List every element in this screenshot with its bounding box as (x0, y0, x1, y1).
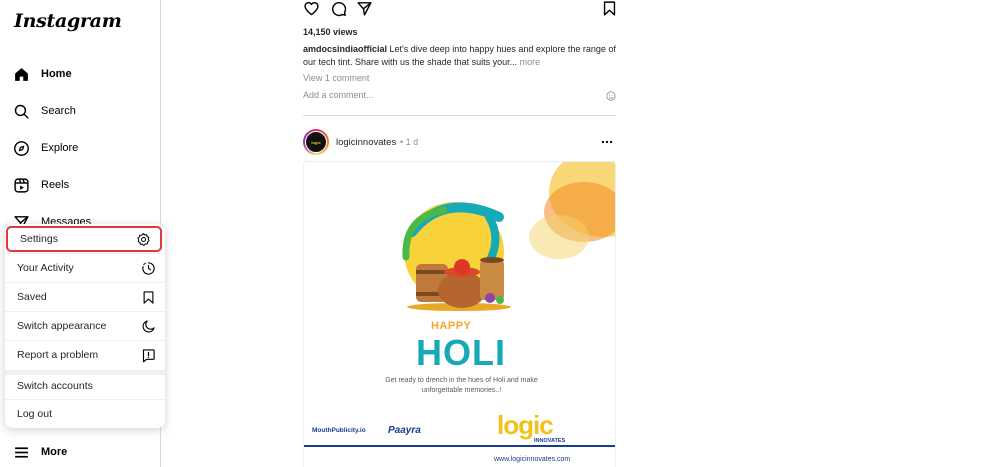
sidebar-item-label: Reels (41, 179, 70, 191)
menu-item-label: Settings (20, 233, 58, 245)
image-tagline: Get ready to drench in the hues of Holi … (385, 377, 538, 394)
sidebar-item-explore[interactable]: Explore (13, 136, 78, 160)
reels-icon (14, 177, 29, 193)
menu-divider (5, 253, 165, 254)
post-timestamp: • 1 d (400, 137, 419, 147)
sidebar-item-more[interactable]: More (13, 440, 67, 464)
menu-item-label: Report a problem (17, 349, 99, 361)
menu-item-label: Your Activity (17, 262, 74, 274)
post-caption: amdocsindiaofficial Let's dive deep into… (303, 43, 616, 68)
post-actions (303, 0, 616, 18)
share-icon[interactable] (356, 0, 373, 17)
more-menu: Settings Your Activity Saved Switch appe… (5, 224, 165, 428)
heart-icon[interactable] (303, 0, 320, 17)
hamburger-icon (15, 446, 28, 458)
report-icon (142, 348, 155, 362)
post-image[interactable]: HAPPY HOLI Get ready to drench in the hu… (303, 161, 616, 467)
image-happy-text: HAPPY (431, 320, 472, 332)
menu-item-saved[interactable]: Saved (5, 284, 165, 310)
avatar[interactable]: logic (303, 129, 329, 155)
sidebar-item-reels[interactable]: Reels (13, 173, 69, 197)
sidebar-item-label: Search (41, 105, 76, 117)
menu-item-settings[interactable]: Settings (6, 226, 162, 252)
view-count: 14,150 views (303, 27, 358, 37)
instagram-logo[interactable]: Instagram (14, 10, 122, 32)
compass-icon (14, 140, 29, 156)
caption-more-link[interactable]: more (520, 57, 541, 67)
menu-item-switch-appearance[interactable]: Switch appearance (5, 313, 165, 339)
sidebar-item-label: Explore (41, 142, 79, 154)
comment-icon[interactable] (330, 0, 347, 17)
menu-divider (5, 282, 165, 283)
menu-divider (5, 399, 165, 400)
emoji-icon[interactable] (606, 91, 616, 101)
search-icon (14, 104, 29, 119)
menu-item-switch-accounts[interactable]: Switch accounts (5, 373, 165, 399)
menu-item-label: Switch appearance (17, 320, 107, 332)
post-header: logic logicinnovates • 1 d (303, 129, 616, 155)
sidebar-item-label: Home (41, 68, 72, 80)
image-brand-paayra: Paayra (388, 425, 421, 436)
menu-item-label: Log out (17, 408, 53, 420)
avatar-logo-text: logic (305, 131, 327, 153)
sidebar-item-label: More (41, 446, 68, 458)
image-divider-line (304, 445, 615, 447)
moon-icon (142, 319, 155, 332)
menu-item-label: Switch accounts (17, 380, 93, 392)
bookmark-icon (143, 290, 154, 304)
gear-icon (137, 232, 150, 246)
add-comment-input[interactable]: Add a comment... (303, 90, 374, 100)
post-divider (303, 115, 616, 116)
view-comments-link[interactable]: View 1 comment (303, 73, 369, 83)
sidebar-item-search[interactable]: Search (13, 99, 76, 123)
activity-icon (142, 261, 155, 275)
menu-item-report-problem[interactable]: Report a problem (5, 342, 165, 368)
image-brand-innovates: INNOVATES (534, 438, 566, 444)
menu-item-your-activity[interactable]: Your Activity (5, 255, 165, 281)
image-holi-text: HOLI (416, 332, 506, 373)
menu-divider (5, 311, 165, 312)
menu-item-label: Saved (17, 291, 47, 303)
menu-divider (5, 340, 165, 341)
post-username[interactable]: logicinnovates (336, 137, 396, 148)
more-options-icon[interactable] (600, 135, 614, 149)
home-icon (15, 67, 28, 81)
holi-illustration (402, 162, 615, 311)
caption-username[interactable]: amdocsindiaofficial (303, 44, 387, 54)
image-brand-mouthpublicity: MouthPublicity.io (312, 427, 366, 434)
image-brand-logic: logic (497, 410, 554, 440)
image-website: www.logicinnovates.com (494, 456, 571, 463)
sidebar-item-home[interactable]: Home (13, 62, 72, 86)
bookmark-icon[interactable] (601, 0, 618, 17)
menu-item-log-out[interactable]: Log out (5, 401, 165, 427)
